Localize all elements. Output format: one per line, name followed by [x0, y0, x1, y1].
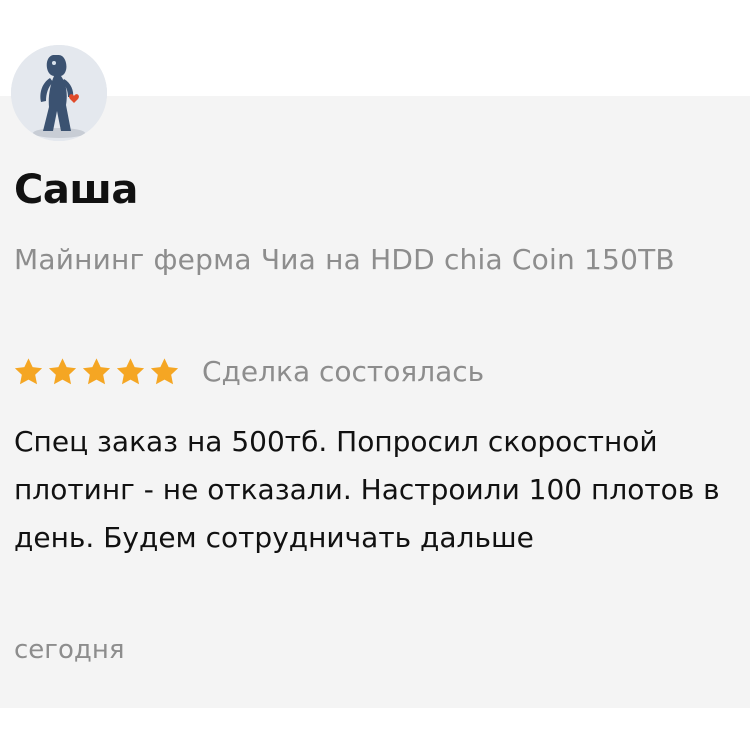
star-icon [48, 358, 77, 385]
reviewer-name: Саша [14, 167, 138, 213]
product-title[interactable]: Майнинг ферма Чиа на HDD chia Coin 150TB [14, 240, 714, 280]
user-avatar[interactable] [11, 45, 107, 141]
review-date: сегодня [14, 635, 125, 665]
review-page: Саша Майнинг ферма Чиа на HDD chia Coin … [0, 0, 750, 750]
star-icon [82, 358, 111, 385]
review-text: Спец заказ на 500тб. Попросил скоростной… [14, 425, 720, 554]
star-icon [150, 358, 179, 385]
star-icon [116, 358, 145, 385]
rating-row: Сделка состоялась [12, 350, 484, 394]
star-icon [14, 358, 43, 385]
deal-status: Сделка состоялась [202, 355, 485, 388]
user-avatar-figure-icon [11, 45, 107, 141]
rating-stars [12, 356, 182, 388]
